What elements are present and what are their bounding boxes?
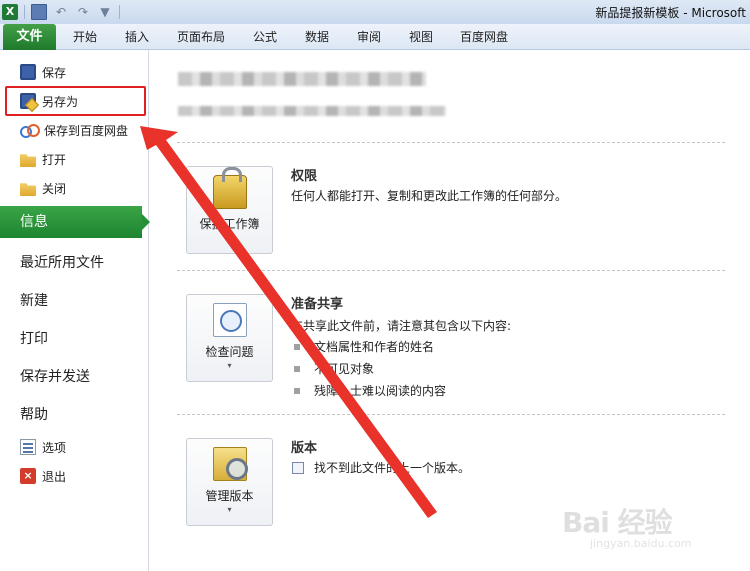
nav-open[interactable]: 打开 [0, 146, 149, 172]
undo-icon[interactable]: ↶ [53, 4, 69, 20]
redo-icon[interactable]: ↷ [75, 4, 91, 20]
nav-save-label: 保存 [42, 65, 67, 80]
list-item: 不可见对象 [294, 360, 374, 377]
list-item: 文档属性和作者的姓名 [294, 338, 434, 355]
ribbon-tabs: 文件 开始 插入 页面布局 公式 数据 审阅 视图 百度网盘 [0, 24, 750, 50]
backstage-nav: 保存 另存为 保存到百度网盘 打开 关闭 信息 最近所用文件 新建 打印 保存并… [0, 50, 150, 571]
title-bar: X ↶ ↷ ▼ 新品提报新模板 - Microsoft [0, 0, 750, 24]
check-issues-label: 检查问题 [205, 345, 254, 359]
options-icon [20, 439, 36, 455]
section-divider [177, 414, 725, 415]
tab-data[interactable]: 数据 [305, 24, 329, 50]
protect-workbook-label: 保护工作簿 [199, 217, 260, 231]
nav-close-label: 关闭 [42, 181, 67, 196]
nav-info[interactable]: 信息 [0, 206, 150, 238]
nav-open-label: 打开 [42, 152, 67, 167]
nav-exit[interactable]: × 退出 [0, 463, 149, 489]
blurred-file-path [178, 106, 446, 116]
nav-recent[interactable]: 最近所用文件 [20, 252, 104, 272]
watermark-text: Bai 经验 [562, 506, 673, 539]
nav-save-to-baidu-label: 保存到百度网盘 [44, 123, 129, 138]
nav-options[interactable]: 选项 [0, 434, 149, 460]
versions-title: 版本 [291, 441, 318, 456]
document-version-icon [292, 461, 304, 474]
section-divider [177, 270, 725, 271]
excel-icon[interactable]: X [2, 4, 18, 20]
chevron-down-icon: ▾ [227, 361, 232, 370]
baidu-jingyan-watermark: Bai 经验 jingyan.baidu.com [562, 501, 722, 551]
manage-versions-label: 管理版本 [205, 489, 254, 503]
list-item: 残障人士难以阅读的内容 [294, 382, 446, 399]
prepare-text: 在共享此文件前，请注意其包含以下内容: [291, 319, 512, 333]
tab-baidu-netdisk[interactable]: 百度网盘 [460, 24, 508, 50]
versions-status: 找不到此文件的上一个版本。 [292, 459, 470, 476]
permissions-title: 权限 [291, 169, 318, 184]
list-item-text: 残障人士难以阅读的内容 [314, 384, 447, 398]
nav-print[interactable]: 打印 [20, 328, 48, 348]
inspect-document-icon [213, 303, 247, 337]
tab-page-layout[interactable]: 页面布局 [177, 24, 225, 50]
versions-icon [213, 447, 248, 481]
filter-icon[interactable]: ▼ [97, 4, 113, 20]
quick-access-toolbar: X ↶ ↷ ▼ [2, 3, 120, 21]
bullet-icon [294, 365, 300, 372]
bullet-icon [294, 387, 300, 394]
folder-open-icon [20, 154, 36, 167]
tab-formulas[interactable]: 公式 [253, 24, 277, 50]
section-divider [177, 142, 725, 143]
tab-view[interactable]: 视图 [409, 24, 433, 50]
separator [24, 5, 25, 19]
protect-workbook-button[interactable]: 保护工作簿 ▾ [186, 166, 273, 254]
list-item-text: 文档属性和作者的姓名 [314, 340, 435, 354]
lock-icon [213, 167, 247, 209]
manage-versions-button[interactable]: 管理版本 ▾ [186, 438, 273, 526]
nav-save-send[interactable]: 保存并发送 [20, 366, 90, 386]
chevron-down-icon: ▾ [227, 505, 232, 514]
nav-options-label: 选项 [42, 440, 67, 455]
watermark-url: jingyan.baidu.com [590, 537, 692, 550]
bullet-icon [294, 343, 300, 350]
window-title: 新品提报新模板 - Microsoft [595, 6, 746, 20]
tab-file[interactable]: 文件 [3, 24, 56, 50]
tab-review[interactable]: 审阅 [357, 24, 381, 50]
baidu-cloud-icon [20, 122, 40, 138]
tab-insert[interactable]: 插入 [125, 24, 149, 50]
blurred-file-title [178, 72, 426, 86]
separator [119, 5, 120, 19]
nav-help[interactable]: 帮助 [20, 404, 48, 424]
chevron-down-icon: ▾ [227, 233, 232, 242]
nav-close[interactable]: 关闭 [0, 175, 149, 201]
highlight-box [5, 86, 146, 116]
folder-close-icon [20, 183, 36, 196]
save-icon [20, 64, 36, 80]
nav-save[interactable]: 保存 [0, 59, 149, 85]
versions-text: 找不到此文件的上一个版本。 [314, 461, 471, 475]
tab-home[interactable]: 开始 [73, 24, 97, 50]
nav-new[interactable]: 新建 [20, 290, 48, 310]
check-issues-button[interactable]: 检查问题 ▾ [186, 294, 273, 382]
save-icon[interactable] [31, 4, 47, 20]
nav-save-to-baidu[interactable]: 保存到百度网盘 [0, 117, 149, 143]
exit-icon: × [20, 468, 36, 484]
permissions-text: 任何人都能打开、复制和更改此工作簿的任何部分。 [291, 189, 568, 203]
nav-exit-label: 退出 [42, 469, 67, 484]
prepare-title: 准备共享 [291, 297, 344, 312]
list-item-text: 不可见对象 [314, 362, 375, 376]
